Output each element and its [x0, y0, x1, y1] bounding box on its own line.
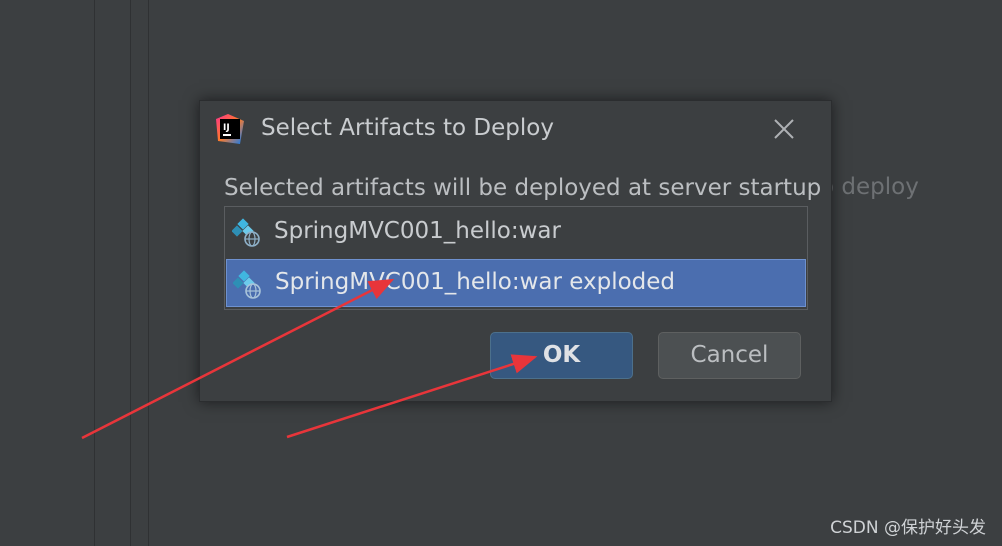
ok-button[interactable]: OK: [490, 332, 633, 379]
background-partial-text: o deploy: [820, 174, 919, 200]
web-artifact-icon: [232, 218, 260, 247]
artifact-list[interactable]: SpringMVC001_hello:war SpringMVC001_hell…: [224, 206, 808, 310]
close-icon[interactable]: [770, 115, 798, 143]
list-item-war-exploded[interactable]: SpringMVC001_hello:war exploded: [226, 259, 806, 307]
artifact-label: SpringMVC001_hello:war exploded: [275, 269, 676, 295]
editor-guide-line: [148, 0, 149, 546]
app-icon-text: IJ: [223, 123, 230, 133]
editor-guide-line: [94, 0, 95, 546]
cancel-button[interactable]: Cancel: [658, 332, 801, 379]
dialog-description: Selected artifacts will be deployed at s…: [224, 175, 822, 201]
ide-background: o deploy IJ Select Artifacts to Deploy S…: [0, 0, 1002, 546]
dialog-title: Select Artifacts to Deploy: [261, 115, 554, 141]
artifact-label: SpringMVC001_hello:war: [274, 218, 561, 244]
dialog-titlebar: IJ Select Artifacts to Deploy: [200, 101, 831, 157]
intellij-idea-icon: IJ: [216, 114, 244, 144]
select-artifacts-dialog: IJ Select Artifacts to Deploy Selected a…: [199, 100, 832, 402]
csdn-watermark: CSDN @保护好头发: [830, 518, 986, 538]
list-item-war[interactable]: SpringMVC001_hello:war: [226, 208, 806, 256]
web-artifact-icon: [233, 270, 261, 299]
editor-guide-line: [130, 0, 131, 546]
